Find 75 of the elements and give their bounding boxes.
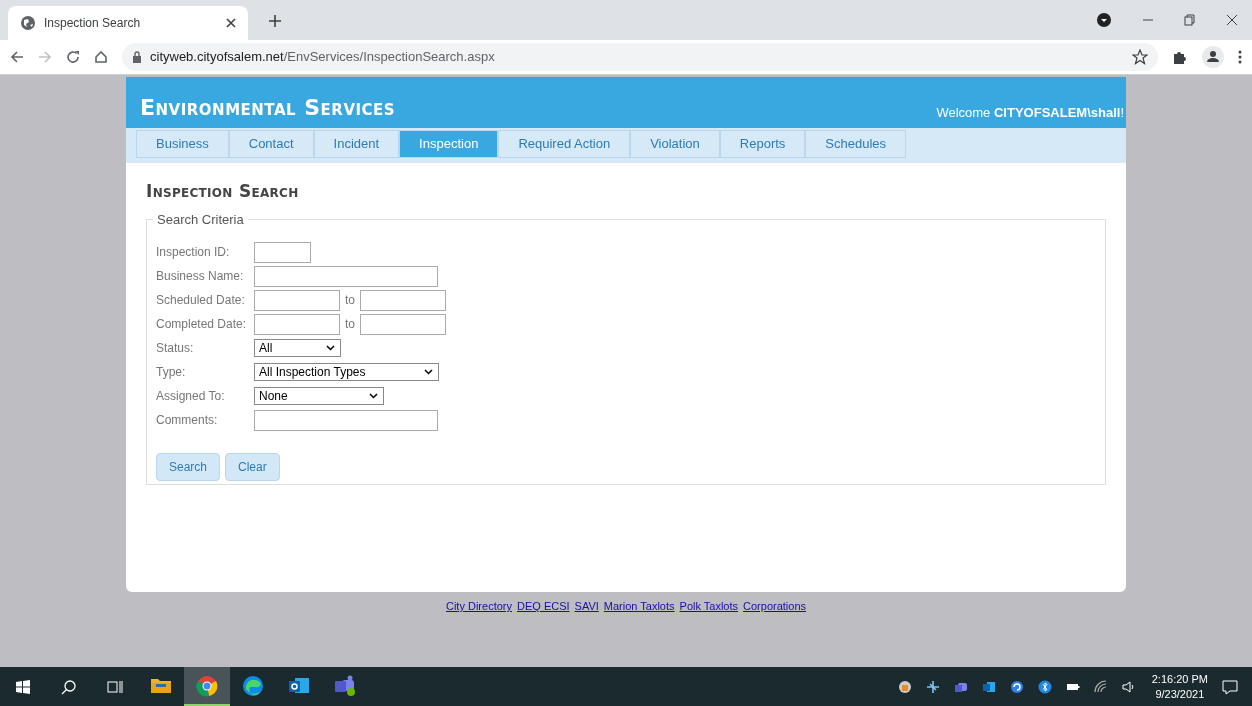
input-field[interactable] xyxy=(254,409,438,431)
speaker-icon[interactable] xyxy=(1121,679,1136,694)
range-separator: to xyxy=(344,292,356,309)
tab-title: Inspection Search xyxy=(44,15,142,32)
windows-start-icon[interactable] xyxy=(16,679,30,694)
field-label: Scheduled Date: xyxy=(156,292,246,309)
wifi-icon[interactable] xyxy=(1093,679,1108,694)
close-icon[interactable] xyxy=(226,18,236,28)
nav-tab[interactable]: Violation xyxy=(630,130,720,158)
site-title: Environmental Services xyxy=(140,94,396,122)
input-field[interactable] xyxy=(254,241,311,263)
lock-icon xyxy=(132,51,142,63)
date-field[interactable] xyxy=(360,289,446,311)
nav-tab[interactable]: Contact xyxy=(228,130,314,158)
mail-icon[interactable] xyxy=(981,679,996,694)
more-menu-icon[interactable] xyxy=(1238,50,1242,64)
field-label: Assigned To: xyxy=(156,388,226,405)
footer-link[interactable]: Corporations xyxy=(743,598,807,615)
nav-tab[interactable]: Schedules xyxy=(805,130,907,158)
field-label: Completed Date: xyxy=(156,316,248,333)
footer-link[interactable]: City Directory xyxy=(445,598,512,615)
star-icon[interactable] xyxy=(1132,49,1148,65)
task-view-icon[interactable] xyxy=(107,679,123,694)
field-label: Type: xyxy=(156,364,187,381)
taskbar-app[interactable] xyxy=(184,667,230,706)
range-separator: to xyxy=(344,316,356,333)
bluetooth-icon[interactable] xyxy=(1037,679,1052,694)
address-bar[interactable]: cityweb.cityofsalem.net/EnvServices/InspectionSearch.aspx xyxy=(122,43,1158,71)
form-button[interactable]: Search xyxy=(156,452,221,481)
field-label: Business Name: xyxy=(156,268,245,285)
restore-icon[interactable] xyxy=(1184,14,1196,26)
chevron-down-icon xyxy=(326,345,335,351)
field-label: Comments: xyxy=(156,412,219,429)
date-field[interactable] xyxy=(254,313,340,335)
reload-icon[interactable] xyxy=(66,50,80,64)
chevron-down-icon xyxy=(369,393,378,399)
notifications-icon[interactable] xyxy=(1222,678,1238,695)
search-icon[interactable] xyxy=(61,678,77,695)
back-icon[interactable] xyxy=(10,50,24,64)
browser-tab[interactable]: Inspection Search xyxy=(8,6,248,40)
clock-time: 2:16:20 PM xyxy=(1151,671,1208,687)
field-label: Inspection ID: xyxy=(156,244,231,261)
browser-icon xyxy=(196,674,218,697)
footer-link[interactable]: Marion Taxlots xyxy=(603,598,675,615)
date-field[interactable] xyxy=(360,313,446,335)
url-text: cityweb.cityofsalem.net/EnvServices/InspectionSearch.aspx xyxy=(150,48,495,67)
sync-icon[interactable] xyxy=(1009,679,1024,694)
chat-icon xyxy=(334,674,356,697)
home-icon[interactable] xyxy=(94,50,108,64)
clock-date: 9/23/2021 xyxy=(1155,686,1205,702)
close-icon[interactable] xyxy=(1226,14,1238,26)
extensions-icon[interactable] xyxy=(1172,49,1188,65)
footer-link[interactable]: SAVI xyxy=(574,598,599,615)
input-field[interactable] xyxy=(254,265,438,287)
browser-icon xyxy=(242,674,264,697)
new-tab-icon[interactable] xyxy=(268,14,282,28)
chevron-down-icon xyxy=(424,369,433,375)
welcome-text: Welcome CITYOFSALEM\shall! xyxy=(936,104,1124,122)
globe-icon xyxy=(20,15,36,31)
form-button[interactable]: Clear xyxy=(225,452,280,481)
network-share-icon[interactable] xyxy=(925,679,940,694)
footer-link[interactable]: DEQ ECSI xyxy=(517,598,570,615)
field-label: Status: xyxy=(156,340,195,357)
footer-link[interactable]: Polk Taxlots xyxy=(679,598,739,615)
nav-tab[interactable]: Reports xyxy=(719,130,806,158)
profile-icon[interactable] xyxy=(1202,46,1224,68)
profile-menu-icon[interactable] xyxy=(1096,12,1112,28)
nav-tab[interactable]: Required Action xyxy=(498,130,631,158)
date-field[interactable] xyxy=(254,289,340,311)
nav-tab[interactable]: Business xyxy=(136,130,229,158)
dropdown[interactable]: None xyxy=(254,387,384,405)
nav-tab[interactable]: Incident xyxy=(313,130,400,158)
page-heading: Inspection Search xyxy=(146,180,300,203)
dropdown[interactable]: All Inspection Types xyxy=(254,363,439,381)
dropdown[interactable]: All xyxy=(254,339,341,357)
